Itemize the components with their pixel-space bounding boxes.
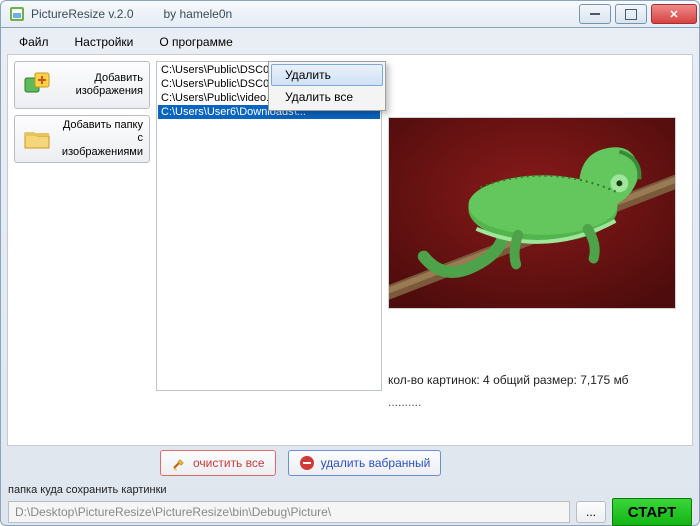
ctx-delete[interactable]: Удалить [271, 64, 383, 86]
save-label: папка куда сохранить картинки [8, 484, 692, 496]
save-path-field: D:\Desktop\PictureResize\PictureResize\b… [8, 501, 570, 523]
folder-icon [21, 123, 53, 155]
maximize-button[interactable] [615, 4, 647, 24]
menu-settings[interactable]: Настройки [69, 33, 140, 51]
titlebar: PictureResize v.2.0 by hamele0n [0, 0, 700, 28]
app-icon [9, 6, 25, 22]
add-folder-button[interactable]: Добавить папку с изображениями [14, 115, 150, 163]
menubar: Файл Настройки О программе [7, 30, 693, 54]
start-label: СТАРТ [628, 504, 676, 521]
main-panel: Добавить изображения Добавить папку с из… [7, 54, 693, 446]
delete-selected-label: удалить вабранный [321, 456, 431, 470]
menu-about[interactable]: О программе [153, 33, 238, 51]
menu-file[interactable]: Файл [13, 33, 55, 51]
add-images-button[interactable]: Добавить изображения [14, 61, 150, 109]
window-title: PictureResize v.2.0 by hamele0n [31, 7, 232, 21]
minimize-button[interactable] [579, 4, 611, 24]
browse-label: ... [586, 505, 596, 519]
stats-line: кол-во картинок: 4 общий размер: 7,175 м… [388, 373, 686, 387]
context-menu: Удалить Удалить все [268, 61, 386, 111]
preview-column: кол-во картинок: 4 общий размер: 7,175 м… [388, 61, 686, 439]
clear-all-button[interactable]: очистить все [160, 450, 276, 476]
close-button[interactable] [651, 4, 697, 24]
save-path-text: D:\Desktop\PictureResize\PictureResize\b… [15, 505, 331, 519]
stats-dots: .......... [388, 395, 686, 409]
add-folder-label: Добавить папку с изображениями [61, 119, 143, 159]
delete-selected-button[interactable]: удалить вабранный [288, 450, 442, 476]
start-button[interactable]: СТАРТ [612, 498, 692, 526]
add-images-label: Добавить изображения [61, 72, 143, 98]
browse-button[interactable]: ... [576, 501, 606, 523]
action-row: очистить все удалить вабранный [160, 450, 441, 476]
add-images-icon [21, 69, 53, 101]
remove-icon [299, 455, 315, 471]
ctx-delete-all[interactable]: Удалить все [271, 86, 383, 108]
left-column: Добавить изображения Добавить папку с из… [14, 61, 150, 439]
bottom-row: папка куда сохранить картинки D:\Desktop… [8, 484, 692, 526]
broom-icon [171, 455, 187, 471]
image-preview [388, 117, 676, 309]
clear-all-label: очистить все [193, 456, 265, 470]
